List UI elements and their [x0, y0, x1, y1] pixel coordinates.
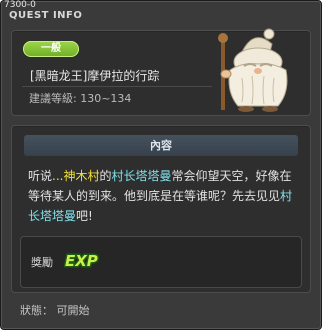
quest-id: 7300-0	[4, 0, 36, 10]
npc-elder-icon	[218, 28, 288, 112]
level-range: 130~134	[80, 92, 132, 105]
exp-icon-text: EXP	[65, 252, 98, 270]
quest-description: 听说...神木村的村长塔塔曼常会仰望天空，好像在 等待某人的到来。他到底是在等谁…	[28, 166, 304, 226]
description-line-1: 听说...神木村的村长塔塔曼常会仰望天空，好像在	[28, 166, 304, 186]
level-label: 建議等級	[29, 92, 73, 105]
category-badge: 一般	[23, 41, 79, 57]
npc-name-link: 长塔塔曼	[28, 209, 77, 223]
divider	[22, 86, 212, 87]
npc-hat-tip	[263, 28, 275, 40]
recommended-level: 建議等級: 130~134	[29, 90, 131, 106]
desc-text: 吧!	[76, 209, 93, 223]
exp-icon: EXP EXP	[64, 251, 99, 272]
quest-status: 狀態： 可開始	[20, 304, 90, 317]
level-colon: :	[73, 92, 77, 105]
reward-box	[20, 236, 302, 288]
description-line-2: 等待某人的到来。他到底是在等谁呢？先去见见村	[28, 186, 304, 206]
content-section-title: 內容	[24, 135, 298, 156]
desc-text: 等待某人的到来。他到底是在等谁呢？先去见见	[28, 189, 281, 203]
desc-text: 的	[99, 169, 112, 183]
description-line-3: 长塔塔曼吧!	[28, 206, 304, 226]
npc-name-link: 村	[280, 189, 293, 203]
npc-nose	[254, 68, 262, 74]
window-title: QUEST INFO	[9, 10, 83, 21]
desc-text: 常会仰望天空，好像在	[171, 169, 292, 183]
desc-text: 听说	[28, 169, 53, 183]
npc-hand	[220, 69, 232, 79]
npc-name-link: 村长塔塔曼	[111, 169, 172, 183]
npc-staff-top	[218, 33, 228, 43]
quest-name: [黑暗龙王]摩伊拉的行踪	[30, 69, 160, 83]
npc-foot-right	[262, 106, 278, 112]
village-name: 神木村	[63, 169, 100, 183]
desc-ellipsis: ...	[52, 169, 64, 183]
reward-label: 獎勵	[31, 256, 53, 269]
npc-foot-left	[238, 106, 254, 112]
